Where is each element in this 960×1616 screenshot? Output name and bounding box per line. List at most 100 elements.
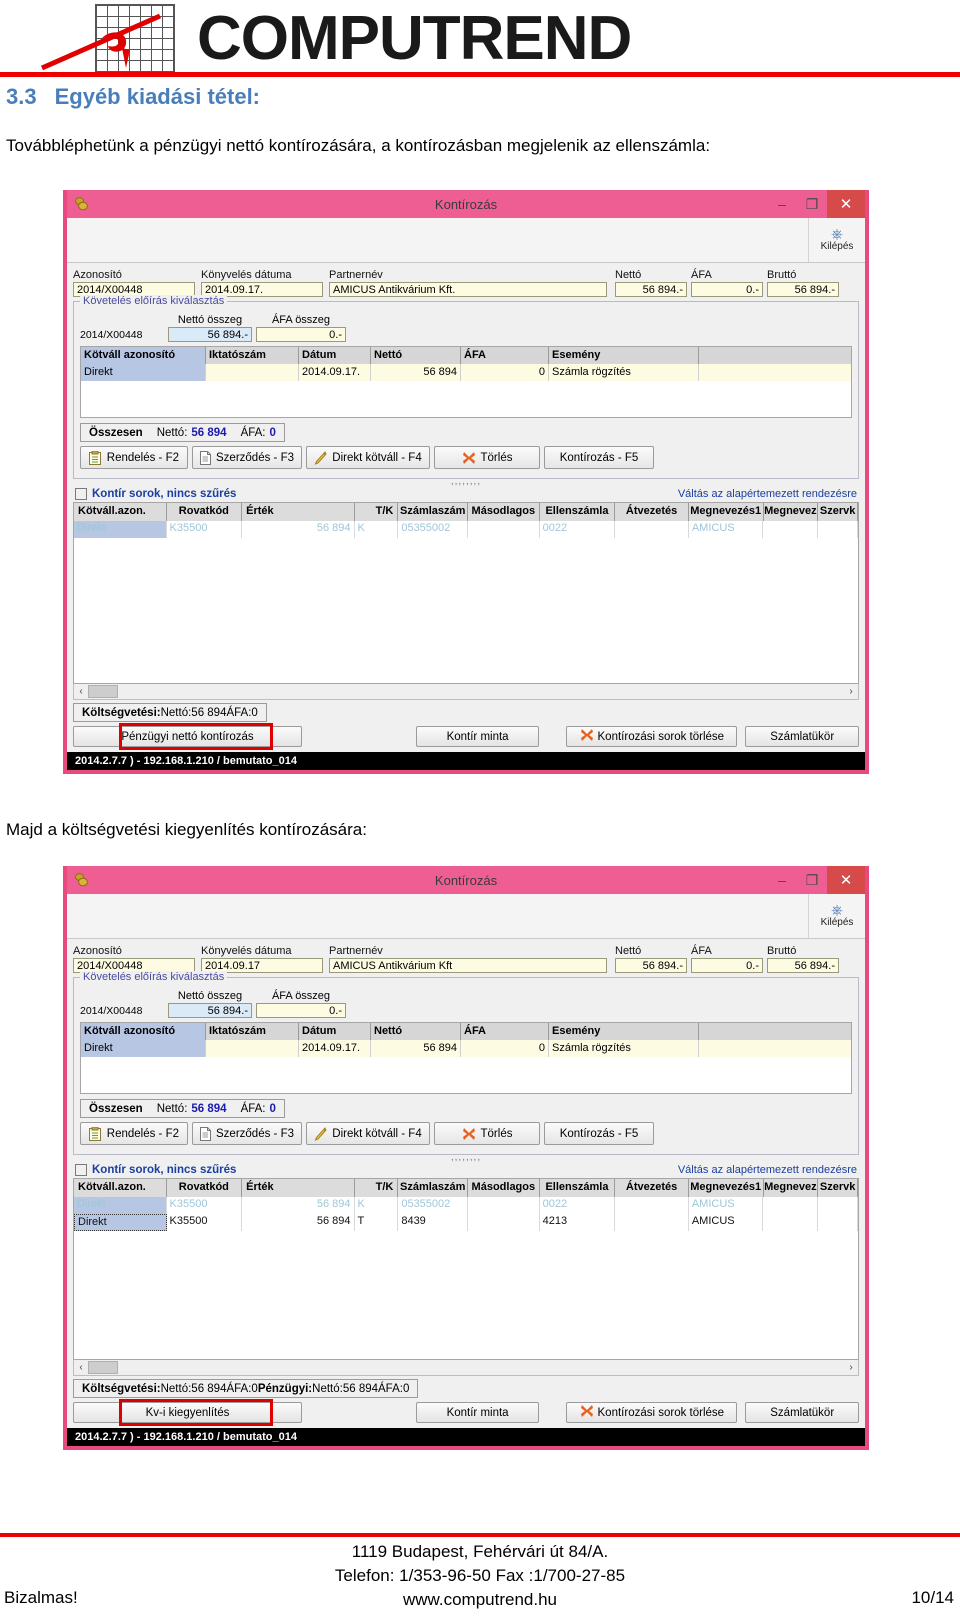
col-afa[interactable]: ÁFA — [461, 1023, 549, 1040]
horizontal-scrollbar-2[interactable]: ‹ › — [73, 1360, 859, 1376]
col-datum[interactable]: Dátum — [299, 1023, 371, 1040]
torles-button[interactable]: Törlés — [434, 1122, 540, 1145]
col-masodlagos[interactable]: Másodlagos — [468, 503, 540, 521]
col-kotvall-azonosito[interactable]: Kötváll azonosító — [81, 347, 206, 364]
partnernev-input[interactable]: AMICUS Antikvárium Kft. — [329, 282, 607, 297]
szerzodes-button[interactable]: Szerződés - F3 — [192, 446, 302, 469]
table-row[interactable]: Direkt K35500 56 894 T 8439 4213 AMICUS — [74, 1214, 858, 1231]
szamlatukor-button[interactable]: Számlatükör — [745, 1402, 859, 1423]
scrollbar-thumb[interactable] — [88, 685, 118, 698]
szerzodes-button[interactable]: Szerződés - F3 — [192, 1122, 302, 1145]
afa-osszeg-label: ÁFA összeg — [271, 990, 331, 1002]
afa-osszeg-input[interactable]: 0.- — [256, 1003, 346, 1018]
kontirozas-f5-button[interactable]: Kontírozás - F5 — [544, 1122, 654, 1145]
splitter-handle[interactable]: ,,,,,,,, — [73, 477, 859, 487]
scroll-left-icon[interactable]: ‹ — [74, 1362, 88, 1373]
col-tk[interactable]: T/K — [355, 1179, 399, 1197]
col-kotvall-azon[interactable]: Kötváll.azon. — [74, 503, 167, 521]
col-megnevez[interactable]: Megnevez — [764, 503, 819, 521]
col-megnevezes1[interactable]: Megnevezés1 — [689, 503, 764, 521]
exit-button[interactable]: ⎈ Kilépés — [808, 218, 865, 262]
col-tk[interactable]: T/K — [355, 503, 399, 521]
kontirozasi-sorok-torlese-button[interactable]: Kontírozási sorok törlése — [566, 1402, 738, 1423]
afa-input[interactable]: 0.- — [691, 282, 763, 297]
rendeles-button[interactable]: Rendelés - F2 — [80, 446, 188, 469]
scroll-left-icon[interactable]: ‹ — [74, 686, 88, 697]
col-atvezetes[interactable]: Átvezetés — [615, 1179, 689, 1197]
direkt-kotvall-button[interactable]: Direkt kötváll - F4 — [306, 1122, 430, 1145]
scrollbar-thumb[interactable] — [88, 1361, 118, 1374]
col-ertek[interactable]: Érték — [242, 503, 355, 521]
kontirozasi-sorok-torlese-button[interactable]: Kontírozási sorok törlése — [566, 726, 738, 747]
col-rovatkod[interactable]: Rovatkód — [167, 503, 243, 521]
col-ellenszamla[interactable]: Ellenszámla — [540, 1179, 616, 1197]
filter-checkbox[interactable] — [75, 1164, 87, 1176]
action-button-row-1: Rendelés - F2 Szerződés - F3 Direkt kötv… — [80, 446, 852, 473]
scroll-right-icon[interactable]: › — [844, 1362, 858, 1373]
titlebar-2: Kontírozás – ❐ ✕ — [67, 866, 865, 894]
col-kotvall-azonosito[interactable]: Kötváll azonosító — [81, 1023, 206, 1040]
col-esemeny[interactable]: Esemény — [549, 1023, 699, 1040]
cell-ellenszamla: 0022 — [540, 1197, 616, 1214]
col-ellenszamla[interactable]: Ellenszámla — [540, 503, 616, 521]
partnernev-input[interactable]: AMICUS Antikvárium Kft — [329, 958, 607, 973]
exit-button[interactable]: ⎈ Kilépés — [808, 894, 865, 938]
splitter-handle[interactable]: ,,,,,,,, — [73, 1153, 859, 1163]
col-afa[interactable]: ÁFA — [461, 347, 549, 364]
col-megnevezes1[interactable]: Megnevezés1 — [689, 1179, 764, 1197]
col-netto[interactable]: Nettó — [371, 347, 461, 364]
col-esemeny[interactable]: Esemény — [549, 347, 699, 364]
col-rovatkod[interactable]: Rovatkód — [167, 1179, 243, 1197]
footer-web[interactable]: www.computrend.hu — [0, 1588, 960, 1612]
cell-ellenszamla: 4213 — [540, 1214, 616, 1231]
afa-input[interactable]: 0.- — [691, 958, 763, 973]
kv-i-kiegyenlites-button[interactable]: Kv-i kiegyenlítés — [73, 1399, 302, 1426]
col-szamlaszam[interactable]: Számlaszám — [398, 503, 469, 521]
filter-checkbox[interactable] — [75, 488, 87, 500]
afa-osszeg-input[interactable]: 0.- — [256, 327, 346, 342]
computrend-logo: COMPUTREND — [40, 4, 632, 74]
szamlatukor-button[interactable]: Számlatükör — [745, 726, 859, 747]
table-row[interactable]: Direkt K35500 56 894 K 05355002 0022 AMI… — [74, 521, 859, 538]
col-szervk[interactable]: Szervk — [818, 503, 859, 521]
col-szamlaszam[interactable]: Számlaszám — [398, 1179, 469, 1197]
table-empty-space-1 — [74, 538, 858, 683]
col-megnevez[interactable]: Megnevez — [764, 1179, 819, 1197]
col-datum[interactable]: Dátum — [299, 347, 371, 364]
torles-button[interactable]: Törlés — [434, 446, 540, 469]
field-konyveles-datuma: Könyvelés dátuma 2014.09.17. — [201, 269, 323, 297]
col-atvezetes[interactable]: Átvezetés — [615, 503, 689, 521]
col-netto[interactable]: Nettó — [371, 1023, 461, 1040]
pencil-icon — [314, 1126, 327, 1141]
kontir-minta-button[interactable]: Kontír minta — [415, 1402, 540, 1423]
col-ertek[interactable]: Érték — [242, 1179, 355, 1197]
netto-osszeg-input[interactable]: 56 894.- — [168, 327, 252, 342]
col-kotvall-azon[interactable]: Kötváll.azon. — [74, 1179, 167, 1197]
col-masodlagos[interactable]: Másodlagos — [468, 1179, 540, 1197]
direkt-kotvall-button[interactable]: Direkt kötváll - F4 — [306, 446, 430, 469]
rendeles-button[interactable]: Rendelés - F2 — [80, 1122, 188, 1145]
netto-input[interactable]: 56 894.- — [615, 282, 687, 297]
horizontal-scrollbar-1[interactable]: ‹ › — [73, 684, 859, 700]
kontir-minta-button[interactable]: Kontír minta — [415, 726, 540, 747]
col-iktatoszam[interactable]: Iktatószám — [206, 1023, 299, 1040]
brutto-input[interactable]: 56 894.- — [767, 958, 839, 973]
brutto-input[interactable]: 56 894.- — [767, 282, 839, 297]
reset-sort-link[interactable]: Váltás az alapértemezett rendezésre — [678, 1164, 857, 1176]
table-row[interactable]: Direkt 2014.09.17. 56 894 0 Számla rögzí… — [81, 364, 851, 381]
table-row[interactable]: Direkt 2014.09.17. 56 894 0 Számla rögzí… — [81, 1040, 851, 1057]
reset-sort-link[interactable]: Váltás az alapértemezett rendezésre — [678, 488, 857, 500]
bottom-afa-label: ÁFA: — [226, 1382, 252, 1395]
penzugyi-netto-label: Nettó: — [312, 1382, 343, 1395]
col-szervk[interactable]: Szervk — [818, 1179, 859, 1197]
col-iktatoszam[interactable]: Iktatószám — [206, 347, 299, 364]
kontirozas-f5-button[interactable]: Kontírozás - F5 — [544, 446, 654, 469]
document-icon — [200, 1126, 212, 1141]
netto-osszeg-input[interactable]: 56 894.- — [168, 1003, 252, 1018]
penzugyi-netto-kontirozas-button[interactable]: Pénzügyi nettó kontírozás — [73, 723, 302, 750]
netto-input[interactable]: 56 894.- — [615, 958, 687, 973]
amount-headers: Nettó összeg ÁFA összeg — [80, 314, 852, 326]
clipboard-icon — [89, 1126, 102, 1141]
table-row[interactable]: Direkt K35500 56 894 K 05355002 0022 AMI… — [74, 1197, 859, 1214]
scroll-right-icon[interactable]: › — [844, 686, 858, 697]
